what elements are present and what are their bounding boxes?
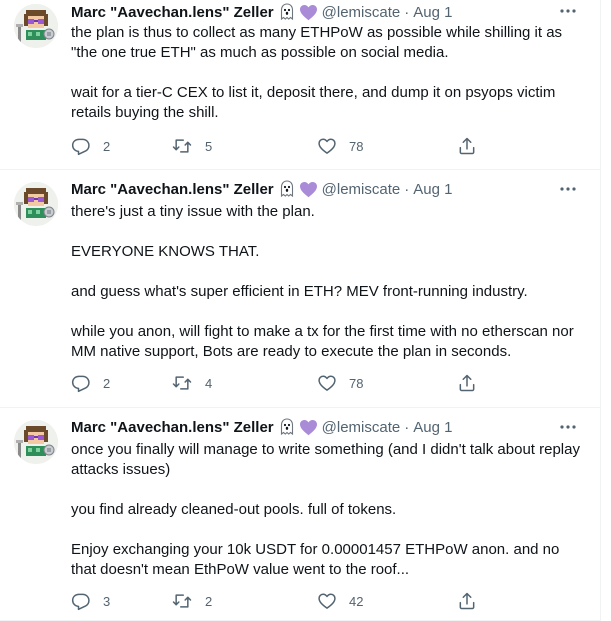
- tweet-text: there's just a tiny issue with the plan.…: [71, 202, 581, 362]
- reply-icon: [71, 136, 91, 156]
- avatar[interactable]: [14, 182, 58, 226]
- share-button[interactable]: [457, 589, 481, 613]
- tweet-paragraph: and guess what's super efficient in ETH?…: [71, 283, 528, 300]
- share-icon: [457, 136, 477, 156]
- author-name[interactable]: Marc "Aavechan.lens" Zeller: [71, 181, 274, 198]
- reply-icon: [71, 373, 91, 393]
- ghost-icon: [279, 418, 295, 436]
- author-name[interactable]: Marc "Aavechan.lens" Zeller: [71, 4, 274, 21]
- retweet-count: 2: [205, 593, 213, 609]
- share-button[interactable]: [457, 371, 481, 395]
- like-icon: [317, 373, 337, 393]
- tweet-header: Marc "Aavechan.lens" Zeller @lemiscate ·…: [71, 416, 452, 438]
- separator-dot: ·: [404, 180, 410, 198]
- retweet-count: 5: [205, 138, 213, 154]
- reply-button[interactable]: 2: [71, 134, 171, 158]
- tweet-thread: Marc "Aavechan.lens" Zeller @lemiscate ·…: [0, 0, 601, 621]
- separator-dot: ·: [404, 418, 410, 436]
- author-handle[interactable]: @lemiscate: [322, 419, 401, 436]
- tweet-paragraph: the plan is thus to collect as many ETHP…: [71, 24, 563, 61]
- avatar-pixel-art-icon: [14, 182, 58, 226]
- author-name[interactable]: Marc "Aavechan.lens" Zeller: [71, 419, 274, 436]
- tweet-paragraph: Enjoy exchanging your 10k USDT for 0.000…: [71, 541, 560, 578]
- retweet-button[interactable]: 4: [171, 371, 317, 395]
- tweet-paragraph: EVERYONE KNOWS THAT.: [71, 243, 260, 260]
- avatar[interactable]: [14, 420, 58, 464]
- tweet-timestamp[interactable]: Aug 1: [413, 419, 452, 436]
- tweet-paragraph: there's just a tiny issue with the plan.: [71, 203, 315, 220]
- tweet-paragraph: once you finally will manage to write so…: [71, 441, 580, 478]
- retweet-icon: [171, 373, 193, 393]
- like-button[interactable]: 78: [317, 134, 457, 158]
- avatar-pixel-art-icon: [14, 420, 58, 464]
- purple-heart-icon: [299, 419, 318, 436]
- like-icon: [317, 591, 337, 611]
- reply-button[interactable]: 2: [71, 371, 171, 395]
- share-icon: [457, 591, 477, 611]
- tweet-actions: 2 4 78: [71, 371, 501, 395]
- like-count: 42: [349, 593, 364, 609]
- tweet-header: Marc "Aavechan.lens" Zeller @lemiscate ·…: [71, 1, 452, 23]
- avatar[interactable]: [14, 4, 58, 48]
- reply-button[interactable]: 3: [71, 589, 171, 613]
- like-count: 78: [349, 138, 364, 154]
- like-button[interactable]: 78: [317, 371, 457, 395]
- tweet-text: the plan is thus to collect as many ETHP…: [71, 23, 581, 123]
- tweet-timestamp[interactable]: Aug 1: [413, 4, 452, 21]
- separator-dot: ·: [404, 3, 410, 21]
- ghost-icon: [279, 3, 295, 21]
- tweet-paragraph: you find already cleaned-out pools. full…: [71, 501, 397, 518]
- more-dots-icon[interactable]: [558, 179, 578, 199]
- avatar-pixel-art-icon: [14, 4, 58, 48]
- tweet-text: once you finally will manage to write so…: [71, 440, 581, 580]
- tweet[interactable]: Marc "Aavechan.lens" Zeller @lemiscate ·…: [0, 0, 600, 170]
- tweet-actions: 2 5 78: [71, 134, 501, 158]
- tweet-header: Marc "Aavechan.lens" Zeller @lemiscate ·…: [71, 178, 452, 200]
- author-handle[interactable]: @lemiscate: [322, 4, 401, 21]
- tweet-timestamp[interactable]: Aug 1: [413, 181, 452, 198]
- reply-count: 2: [103, 375, 111, 391]
- more-dots-icon[interactable]: [558, 417, 578, 437]
- share-icon: [457, 373, 477, 393]
- retweet-icon: [171, 591, 193, 611]
- share-button[interactable]: [457, 134, 481, 158]
- reply-icon: [71, 591, 91, 611]
- like-button[interactable]: 42: [317, 589, 457, 613]
- purple-heart-icon: [299, 181, 318, 198]
- retweet-button[interactable]: 2: [171, 589, 317, 613]
- tweet[interactable]: Marc "Aavechan.lens" Zeller @lemiscate ·…: [0, 170, 600, 408]
- tweet-actions: 3 2 42: [71, 589, 501, 613]
- author-handle[interactable]: @lemiscate: [322, 181, 401, 198]
- more-dots-icon[interactable]: [558, 1, 578, 21]
- reply-count: 2: [103, 138, 111, 154]
- tweet-paragraph: while you anon, will fight to make a tx …: [71, 323, 574, 360]
- like-count: 78: [349, 375, 364, 391]
- retweet-icon: [171, 136, 193, 156]
- retweet-button[interactable]: 5: [171, 134, 317, 158]
- tweet[interactable]: Marc "Aavechan.lens" Zeller @lemiscate ·…: [0, 408, 600, 621]
- tweet-paragraph: wait for a tier-C CEX to list it, deposi…: [71, 84, 556, 121]
- ghost-icon: [279, 180, 295, 198]
- reply-count: 3: [103, 593, 111, 609]
- like-icon: [317, 136, 337, 156]
- retweet-count: 4: [205, 375, 213, 391]
- purple-heart-icon: [299, 4, 318, 21]
